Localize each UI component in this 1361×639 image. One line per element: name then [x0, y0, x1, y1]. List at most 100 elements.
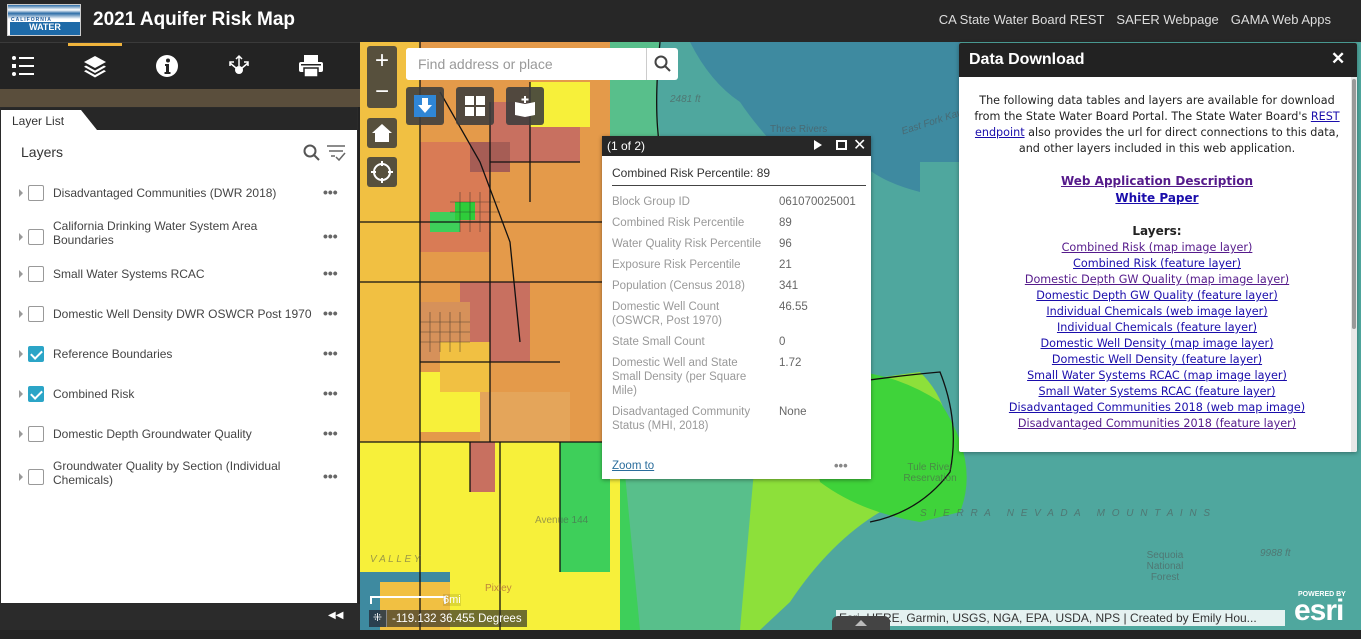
- search-icon[interactable]: [303, 144, 321, 167]
- zoom-in-button[interactable]: +: [367, 46, 397, 77]
- intro-text-end: also provides the url for direct connect…: [1018, 126, 1340, 155]
- widget-toolbar: [0, 42, 360, 89]
- download-layer-link[interactable]: Combined Risk (map image layer): [1062, 241, 1253, 254]
- collapse-panel-button[interactable]: ◀◀: [328, 610, 343, 621]
- map-label-elevation: 2481 ft: [670, 94, 701, 105]
- add-data-button[interactable]: [506, 87, 544, 125]
- layer-options-button[interactable]: •••: [323, 228, 338, 244]
- crosshair-icon[interactable]: ⁜: [369, 610, 387, 627]
- attribute-key: Block Group ID: [612, 196, 690, 208]
- expand-caret-icon[interactable]: [19, 390, 23, 398]
- layer-checkbox[interactable]: [28, 266, 44, 282]
- layer-checkbox[interactable]: [28, 306, 44, 322]
- feature-popup: (1 of 2) ✕ Combined Risk Percentile: 89 …: [602, 136, 871, 479]
- map-label-tule: Tule River Reservation: [903, 462, 957, 484]
- layer-options-button[interactable]: •••: [323, 305, 338, 321]
- zoom-out-button[interactable]: −: [367, 77, 397, 108]
- expand-caret-icon[interactable]: [19, 430, 23, 438]
- layer-checkbox[interactable]: [28, 185, 44, 201]
- info-icon[interactable]: [154, 53, 180, 79]
- layer-checkbox[interactable]: [28, 469, 44, 485]
- white-paper-link[interactable]: White Paper: [1115, 191, 1198, 205]
- layer-item: Combined Risk •••: [1, 373, 357, 413]
- layer-list-panel: Layer List Layers Disadvantaged Communit…: [0, 107, 358, 604]
- layer-item: Disadvantaged Communities (DWR 2018) •••: [1, 173, 357, 213]
- download-layer-link[interactable]: Domestic Well Density (feature layer): [1052, 353, 1262, 366]
- share-icon[interactable]: [226, 53, 252, 79]
- download-layer-link[interactable]: Domestic Depth GW Quality (feature layer…: [1036, 289, 1277, 302]
- download-layer-link[interactable]: Disadvantaged Communities 2018 (feature …: [1018, 417, 1296, 430]
- layers-heading: Layers:: [1132, 224, 1182, 238]
- link-rest[interactable]: CA State Water Board REST: [939, 12, 1105, 27]
- layer-options-button[interactable]: •••: [323, 345, 338, 361]
- download-layer-link[interactable]: Small Water Systems RCAC (feature layer): [1039, 385, 1276, 398]
- zoom-to-link[interactable]: Zoom to: [612, 460, 654, 472]
- layer-checkbox[interactable]: [28, 426, 44, 442]
- attribute-value: None: [779, 406, 807, 418]
- download-icon: [414, 95, 436, 117]
- layer-options-button[interactable]: •••: [323, 265, 338, 281]
- download-layer-link[interactable]: Domestic Depth GW Quality (map image lay…: [1025, 273, 1289, 286]
- layer-options-button[interactable]: •••: [323, 184, 338, 200]
- data-download-close-button[interactable]: ✕: [1331, 49, 1345, 69]
- layer-item: Domestic Well Density DWR OSWCR Post 197…: [1, 293, 357, 333]
- attribute-key: Water Quality Risk Percentile: [612, 238, 762, 250]
- web-app-description-link[interactable]: Web Application Description: [1061, 174, 1253, 188]
- bottom-bar: [0, 630, 1361, 639]
- layer-options-button[interactable]: •••: [323, 468, 338, 484]
- popup-close-button[interactable]: ✕: [853, 136, 866, 156]
- print-icon[interactable]: [298, 53, 324, 79]
- attribute-value: 21: [779, 259, 792, 271]
- home-button[interactable]: [367, 118, 397, 148]
- expand-caret-icon[interactable]: [19, 350, 23, 358]
- link-gama[interactable]: GAMA Web Apps: [1231, 12, 1331, 27]
- layers-icon[interactable]: [82, 53, 108, 79]
- layer-label: Domestic Well Density DWR OSWCR Post 197…: [53, 307, 312, 321]
- next-feature-button[interactable]: [814, 140, 822, 150]
- download-layer-link[interactable]: Individual Chemicals (feature layer): [1057, 321, 1257, 334]
- panel-footer: ◀◀: [0, 604, 360, 630]
- popup-divider: [612, 185, 866, 186]
- expand-caret-icon[interactable]: [19, 310, 23, 318]
- expand-caret-icon[interactable]: [19, 473, 23, 481]
- layer-checkbox[interactable]: [28, 386, 44, 402]
- locate-button[interactable]: [367, 157, 397, 187]
- layer-checkbox[interactable]: [28, 346, 44, 362]
- layer-options-button[interactable]: •••: [323, 385, 338, 401]
- map-label-sierra: S I E R R A N E V A D A M O U N T A I N …: [920, 508, 1213, 519]
- attribute-value: 46.55: [779, 301, 808, 313]
- expand-caret-icon[interactable]: [19, 233, 23, 241]
- search-button[interactable]: [646, 48, 678, 80]
- coordinate-text: -119.132 36.455 Degrees: [392, 612, 522, 625]
- tab-layer-list[interactable]: Layer List: [1, 110, 97, 130]
- layer-checkbox[interactable]: [28, 229, 44, 245]
- download-layer-link[interactable]: Disadvantaged Communities 2018 (web map …: [1009, 401, 1305, 414]
- attribution-toggle-button[interactable]: [832, 616, 890, 630]
- filter-icon[interactable]: [326, 144, 346, 167]
- maximize-button[interactable]: [836, 140, 847, 150]
- expand-caret-icon[interactable]: [19, 270, 23, 278]
- list-icon[interactable]: [10, 53, 36, 79]
- popup-header: (1 of 2) ✕: [602, 136, 871, 156]
- search-input[interactable]: [406, 48, 646, 80]
- download-layer-link[interactable]: Individual Chemicals (web image layer): [1046, 305, 1267, 318]
- add-data-icon: [515, 96, 535, 117]
- layer-label: Reference Boundaries: [53, 347, 173, 361]
- expand-caret-icon[interactable]: [19, 189, 23, 197]
- download-layer-link[interactable]: Combined Risk (feature layer): [1073, 257, 1241, 270]
- scrollbar-thumb[interactable]: [1352, 79, 1356, 329]
- scale-bar-label: 6mi: [443, 594, 461, 606]
- data-download-button[interactable]: [406, 87, 444, 125]
- download-layer-link[interactable]: Small Water Systems RCAC (map image laye…: [1027, 369, 1287, 382]
- attribute-key: Domestic Well Count (OSWCR, Post 1970): [612, 301, 722, 327]
- attribute-key: Domestic Well and State Small Density (p…: [612, 357, 747, 397]
- layer-options-button[interactable]: •••: [323, 425, 338, 441]
- toolbar-band: [0, 89, 360, 107]
- download-layer-link[interactable]: Domestic Well Density (map image layer): [1040, 337, 1273, 350]
- data-download-header: Data Download ✕: [959, 43, 1357, 77]
- layer-label: California Drinking Water System Area Bo…: [53, 219, 258, 247]
- link-safer[interactable]: SAFER Webpage: [1116, 12, 1218, 27]
- map-attribution: Esri, HERE, Garmin, USGS, NGA, EPA, USDA…: [836, 610, 1285, 626]
- popup-more-button[interactable]: •••: [834, 458, 848, 473]
- basemap-gallery-button[interactable]: [456, 87, 494, 125]
